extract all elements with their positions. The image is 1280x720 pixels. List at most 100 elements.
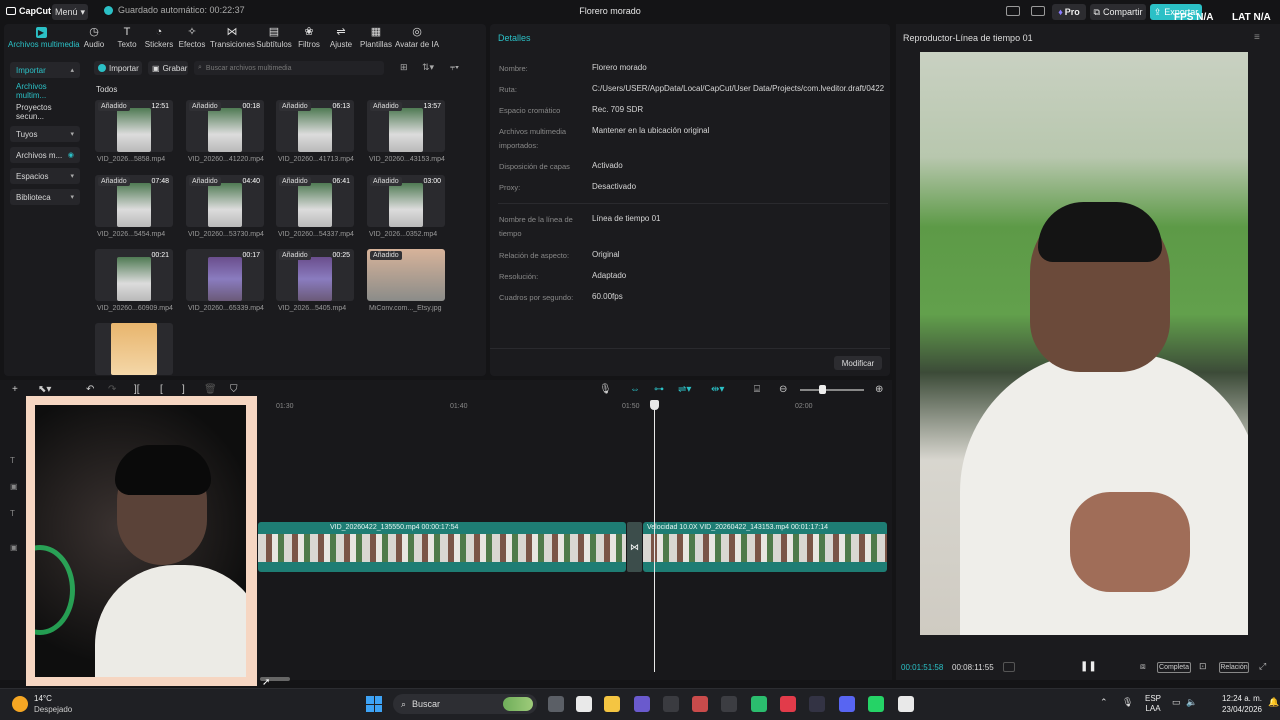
zoom-out-icon[interactable]: ⊖ [779, 384, 787, 395]
media-item[interactable] [95, 323, 173, 375]
redo-icon[interactable]: ↷ [108, 384, 116, 395]
whatsapp-icon[interactable] [868, 696, 884, 712]
menu-button[interactable]: Menú ▾ [52, 4, 88, 20]
record-button[interactable]: ▣ Grabar [148, 61, 188, 75]
tab-transitions[interactable]: ⋈ Transiciones [210, 27, 255, 50]
media-item[interactable]: Añadido 07:48 [95, 175, 173, 227]
pro-button[interactable]: ♦ Pro [1052, 4, 1086, 20]
sidebar-item-library[interactable]: Biblioteca ▾ [10, 189, 80, 205]
chrome-icon[interactable] [663, 696, 679, 712]
select-tool-icon[interactable]: ⬉▾ [38, 384, 51, 395]
captions-icon[interactable]: ⌸ [754, 384, 760, 395]
capcut-taskbar-icon[interactable] [576, 696, 592, 712]
media-item[interactable]: 00:17 [186, 249, 264, 301]
moon-icon[interactable] [12, 696, 28, 712]
full-quality-button[interactable]: Completa [1157, 662, 1191, 673]
tab-media[interactable]: ▶ Archivos multimedia [8, 27, 80, 49]
modify-button[interactable]: Modificar [834, 356, 882, 370]
fullscreen-icon[interactable]: ⤢ [1259, 661, 1266, 672]
media-search-input[interactable]: ⌕ Buscar archivos multimedia [194, 61, 384, 75]
timeline-clip[interactable]: VID_20260422_135550.mp4 00:00:17:54 [258, 522, 626, 572]
menu-icon[interactable]: ≡ [1254, 32, 1260, 43]
media-item[interactable]: Añadido 12:51 [95, 100, 173, 152]
add-track-icon[interactable]: + [12, 384, 18, 395]
chevron-up-icon[interactable]: ⌃ [1100, 697, 1108, 708]
undo-icon[interactable]: ↶ [86, 384, 94, 395]
sort-icon[interactable]: ⇅▾ [422, 62, 434, 73]
app-icon[interactable] [634, 696, 650, 712]
tab-text[interactable]: T Texto [114, 27, 140, 50]
task-view-icon[interactable] [548, 696, 564, 712]
weather-temp[interactable]: 14°C [34, 694, 52, 703]
media-item[interactable]: Añadido 00:18 [186, 100, 264, 152]
zoom-slider-handle[interactable] [819, 385, 826, 394]
zoom-fit-icon[interactable]: ⊡ [1199, 661, 1207, 672]
app-icon[interactable] [692, 696, 708, 712]
aspect-ratio-button[interactable]: Relación [1219, 662, 1249, 673]
shortcuts-icon[interactable] [1031, 6, 1045, 16]
media-item[interactable]: Añadido 06:13 [276, 100, 354, 152]
magnet-icon[interactable]: ⇔ [630, 384, 640, 395]
discord-icon[interactable] [839, 696, 855, 712]
tab-audio[interactable]: ◷ Audio [82, 27, 106, 50]
import-button[interactable]: Importar [94, 61, 142, 75]
split-right-icon[interactable]: ] [182, 384, 185, 395]
media-item[interactable]: Añadido 13:57 [367, 100, 445, 152]
sidebar-item-media[interactable]: Archivos multim... [10, 82, 80, 100]
media-item[interactable]: Añadido 06:41 [276, 175, 354, 227]
microphone-icon[interactable]: 🎙 [1122, 697, 1133, 708]
preview-axis-icon[interactable]: ⇌▾ [678, 384, 691, 395]
media-item[interactable]: Añadido 04:40 [186, 175, 264, 227]
tab-templates[interactable]: ▦ Plantillas [358, 27, 394, 50]
tab-filters[interactable]: ❀ Filtros [295, 27, 323, 50]
snap-icon[interactable]: ⇹▾ [711, 384, 724, 395]
zoom-in-icon[interactable]: ⊕ [875, 384, 883, 395]
microphone-icon[interactable]: 🎙 [599, 384, 612, 395]
tab-stickers[interactable]: ◔ Stickers [144, 27, 174, 50]
timeline-grid-icon[interactable] [1003, 662, 1015, 672]
playhead-handle[interactable] [650, 400, 659, 410]
sidebar-item-spaces[interactable]: Espacios ▾ [10, 168, 80, 184]
network-icon[interactable]: ▭ [1172, 697, 1181, 708]
timeline-clip[interactable]: Velocidad 10.0X VID_20260422_143153.mp4 … [643, 522, 887, 572]
notification-icon[interactable]: 🔔 [1268, 697, 1279, 708]
tab-ai-avatar[interactable]: ◎ Avatar de IA [395, 27, 439, 50]
playhead[interactable] [654, 400, 655, 672]
share-button[interactable]: ⧉ Compartir [1090, 4, 1146, 20]
split-left-icon[interactable]: [ [160, 384, 163, 395]
media-item[interactable]: Añadido [367, 249, 445, 301]
settings-icon[interactable] [721, 696, 737, 712]
sidebar-item-subprojects[interactable]: Proyectos secun... [10, 103, 80, 121]
media-item[interactable]: Añadido 03:00 [367, 175, 445, 227]
link-icon[interactable]: ⊶ [654, 384, 664, 395]
sidebar-item-files[interactable]: Archivos m... ◉ [10, 147, 80, 163]
sidebar-item-import[interactable]: Importar ▴ [10, 62, 80, 78]
taskbar-search[interactable]: ⌕ Buscar [393, 694, 537, 714]
sidebar-item-yours[interactable]: Tuyos ▾ [10, 126, 80, 142]
file-explorer-icon[interactable] [604, 696, 620, 712]
pause-icon[interactable]: ❚❚ [1080, 661, 1097, 672]
capcut-taskbar-icon[interactable] [898, 696, 914, 712]
filter-icon[interactable]: ⫧▾ [450, 62, 459, 73]
layout-icon[interactable] [1006, 6, 1020, 16]
opera-icon[interactable] [780, 696, 796, 712]
grid-view-icon[interactable]: ⊞ [400, 62, 408, 73]
windows-start-icon[interactable] [366, 696, 382, 712]
crop-icon[interactable]: ⧈ [1140, 661, 1146, 672]
shield-icon[interactable]: ⛉ [230, 384, 238, 395]
tab-effects[interactable]: ✧ Efectos [178, 27, 206, 50]
media-item[interactable]: 00:21 [95, 249, 173, 301]
language-indicator[interactable]: ESP LAA [1145, 694, 1161, 714]
zoom-slider[interactable] [800, 389, 864, 391]
transition-marker[interactable]: ⋈ [627, 522, 642, 572]
bg-app-icon[interactable] [809, 696, 825, 712]
clock[interactable]: 12:24 a. m. 23/04/2026 [1210, 693, 1262, 715]
app-icon[interactable] [751, 696, 767, 712]
media-item[interactable]: Añadido 00:25 [276, 249, 354, 301]
video-preview[interactable] [920, 52, 1248, 635]
split-icon[interactable]: ][ [134, 384, 140, 395]
volume-icon[interactable]: 🔈 [1186, 697, 1197, 708]
weather-desc[interactable]: Despejado [34, 705, 72, 714]
delete-icon[interactable]: 🗑 [204, 384, 217, 395]
tab-adjust[interactable]: ⇌ Ajuste [328, 27, 354, 50]
